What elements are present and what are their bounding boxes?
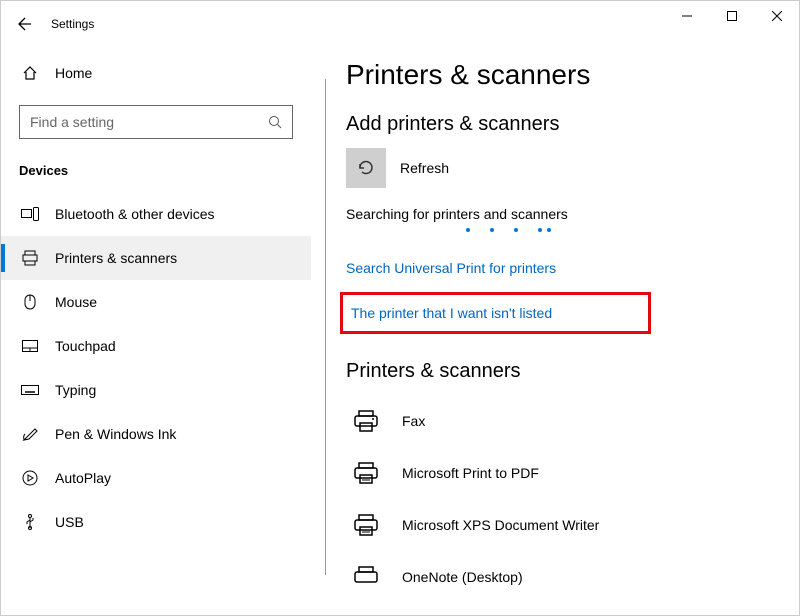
printer-icon — [346, 505, 386, 545]
devices-icon — [21, 207, 39, 221]
device-onenote[interactable]: OneNote (Desktop) — [346, 551, 799, 603]
device-xps-writer[interactable]: Microsoft XPS Document Writer — [346, 499, 799, 551]
searching-progress — [466, 228, 799, 232]
sidebar-nav: Bluetooth & other devices Printers & sca… — [1, 192, 311, 544]
touchpad-icon — [21, 340, 39, 352]
sidebar-item-label: AutoPlay — [55, 470, 111, 486]
printer-icon — [346, 401, 386, 441]
titlebar: Settings — [1, 1, 799, 39]
pen-icon — [21, 426, 39, 442]
search-input[interactable]: Find a setting — [19, 105, 293, 139]
sidebar-item-mouse[interactable]: Mouse — [1, 280, 311, 324]
printers-icon — [21, 250, 39, 266]
device-label: Microsoft XPS Document Writer — [402, 517, 599, 533]
maximize-icon — [727, 11, 737, 21]
printer-icon — [346, 557, 386, 597]
device-fax[interactable]: Fax — [346, 395, 799, 447]
sidebar-item-label: Pen & Windows Ink — [55, 426, 176, 442]
searching-text: Searching for printers and scanners — [346, 206, 799, 222]
sidebar: Home Find a setting Devices Bluetooth & … — [1, 39, 311, 615]
printer-icon — [346, 453, 386, 493]
device-label: Fax — [402, 413, 425, 429]
sidebar-item-label: Printers & scanners — [55, 250, 177, 266]
sidebar-item-typing[interactable]: Typing — [1, 368, 311, 412]
window-controls — [664, 1, 799, 31]
device-list: Fax Microsoft Print to PDF Microsoft XPS… — [346, 395, 799, 603]
device-label: OneNote (Desktop) — [402, 569, 523, 585]
sidebar-item-label: Typing — [55, 382, 96, 398]
search-placeholder: Find a setting — [30, 114, 114, 130]
sidebar-home[interactable]: Home — [1, 51, 311, 95]
search-icon — [268, 115, 282, 129]
list-heading: Printers & scanners — [346, 360, 799, 383]
sidebar-item-label: USB — [55, 514, 84, 530]
mouse-icon — [21, 294, 39, 310]
sidebar-item-printers[interactable]: Printers & scanners — [1, 236, 311, 280]
minimize-icon — [682, 11, 692, 21]
sidebar-item-bluetooth[interactable]: Bluetooth & other devices — [1, 192, 311, 236]
home-label: Home — [55, 65, 92, 81]
device-print-to-pdf[interactable]: Microsoft Print to PDF — [346, 447, 799, 499]
sidebar-section-title: Devices — [1, 157, 311, 192]
sidebar-item-autoplay[interactable]: AutoPlay — [1, 456, 311, 500]
app-title: Settings — [51, 17, 94, 31]
link-universal-print[interactable]: Search Universal Print for printers — [346, 256, 799, 280]
arrow-left-icon — [17, 16, 33, 32]
content: Home Find a setting Devices Bluetooth & … — [1, 39, 799, 615]
home-icon — [21, 65, 39, 81]
main-panel: Printers & scanners Add printers & scann… — [326, 39, 799, 615]
page-title: Printers & scanners — [346, 59, 799, 91]
sidebar-item-label: Mouse — [55, 294, 97, 310]
sidebar-item-usb[interactable]: USB — [1, 500, 311, 544]
refresh-icon — [356, 158, 376, 178]
sidebar-item-label: Bluetooth & other devices — [55, 206, 215, 222]
refresh-row: Refresh — [346, 148, 799, 188]
add-heading: Add printers & scanners — [346, 113, 799, 136]
sidebar-item-pen[interactable]: Pen & Windows Ink — [1, 412, 311, 456]
titlebar-left: Settings — [1, 1, 664, 39]
refresh-button[interactable] — [346, 148, 386, 188]
keyboard-icon — [21, 385, 39, 395]
sidebar-item-touchpad[interactable]: Touchpad — [1, 324, 311, 368]
autoplay-icon — [21, 470, 39, 486]
close-icon — [772, 11, 782, 21]
device-label: Microsoft Print to PDF — [402, 465, 539, 481]
sidebar-item-label: Touchpad — [55, 338, 116, 354]
close-button[interactable] — [754, 1, 799, 31]
usb-icon — [21, 514, 39, 530]
maximize-button[interactable] — [709, 1, 754, 31]
minimize-button[interactable] — [664, 1, 709, 31]
link-printer-not-listed[interactable]: The printer that I want isn't listed — [340, 292, 651, 334]
refresh-label: Refresh — [400, 160, 449, 176]
back-button[interactable] — [1, 9, 49, 39]
